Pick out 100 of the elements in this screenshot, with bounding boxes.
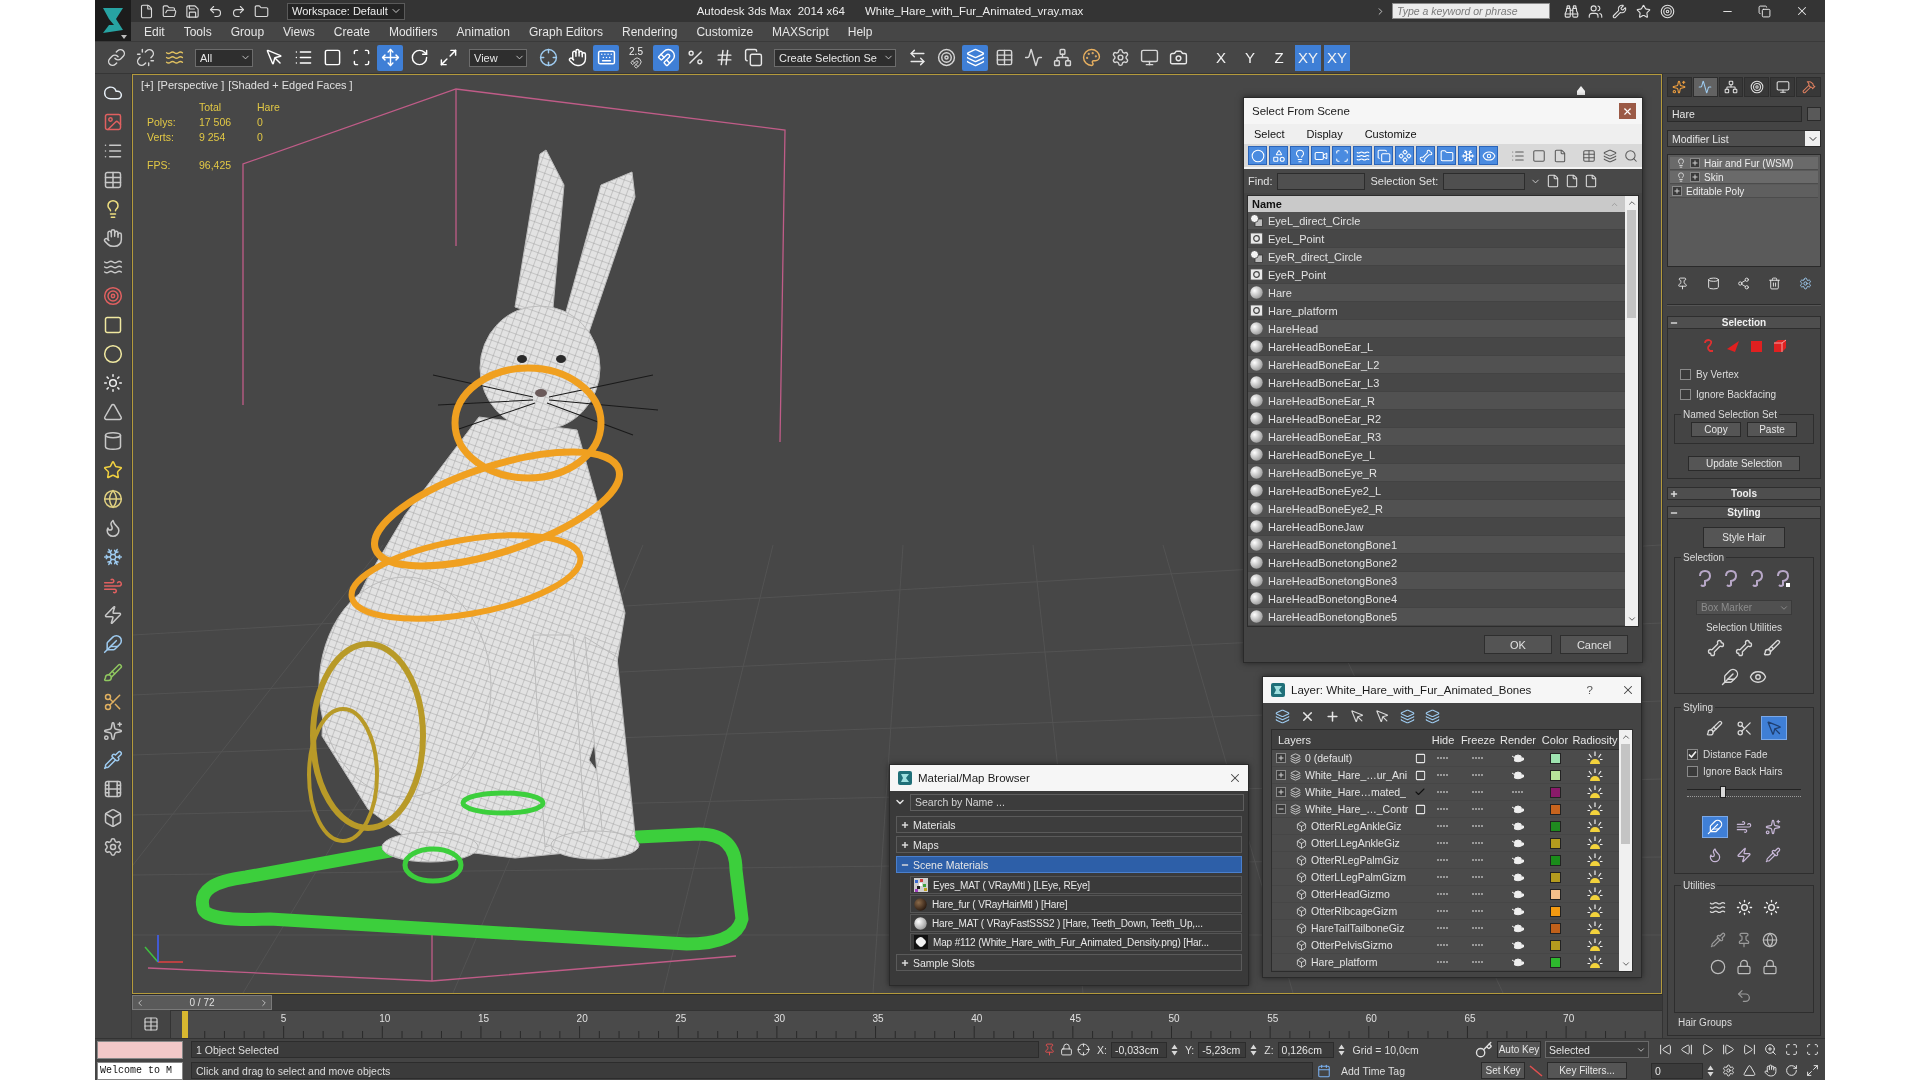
dash-icon[interactable] bbox=[1472, 841, 1484, 845]
dash-icon[interactable] bbox=[1437, 807, 1449, 811]
panel-button[interactable]: Paste bbox=[1747, 422, 1797, 437]
coordinate-field[interactable]: -5,23cm bbox=[1198, 1041, 1247, 1058]
category-header[interactable]: Scene Materials bbox=[896, 856, 1242, 873]
house-icon[interactable] bbox=[1577, 86, 1585, 95]
selection-set-field[interactable] bbox=[1443, 172, 1526, 190]
object-name[interactable]: OtterRLegAnkleGiz bbox=[1311, 820, 1402, 832]
checkbox[interactable] bbox=[1687, 748, 1698, 760]
panel-tab[interactable] bbox=[1667, 77, 1692, 97]
magnet-button[interactable] bbox=[653, 44, 679, 71]
slider-track[interactable] bbox=[1687, 789, 1801, 797]
current-frame-field[interactable]: 0 bbox=[1651, 1062, 1703, 1079]
sun-icon[interactable] bbox=[1762, 898, 1780, 916]
layer-name[interactable]: White_Hare_…ur_Ani bbox=[1305, 769, 1408, 781]
redo-icon[interactable] bbox=[231, 3, 246, 19]
component-filter-button[interactable] bbox=[1395, 146, 1414, 165]
step-back-icon[interactable] bbox=[1680, 1043, 1693, 1056]
globe-icon[interactable] bbox=[103, 489, 123, 509]
scene-object-row[interactable]: EyeL_direct_Circle bbox=[1248, 212, 1625, 230]
modifier-stack-item[interactable]: Editable Poly bbox=[1670, 185, 1818, 198]
settings-icon[interactable] bbox=[1722, 1064, 1735, 1077]
dash-icon[interactable] bbox=[1437, 926, 1449, 930]
app-logo-icon[interactable] bbox=[95, 0, 131, 41]
color-swatch[interactable] bbox=[1549, 803, 1561, 815]
brush-icon[interactable] bbox=[1763, 639, 1781, 657]
dash-icon[interactable] bbox=[1437, 858, 1449, 862]
find-field[interactable] bbox=[1277, 172, 1366, 190]
menu-item[interactable]: Edit bbox=[144, 24, 165, 39]
dash-icon[interactable] bbox=[1472, 960, 1484, 964]
dash-icon[interactable] bbox=[1437, 875, 1449, 879]
auto-key-button[interactable]: Auto Key bbox=[1497, 1041, 1541, 1058]
plus-icon[interactable] bbox=[901, 820, 909, 829]
material-item[interactable]: Hare_MAT ( VRayFastSSS2 ) [Hare, Teeth_Down, Teeth_Up,... bbox=[910, 914, 1242, 932]
rotate-icon[interactable] bbox=[1785, 1064, 1798, 1077]
search-field[interactable]: Search by Name ... bbox=[910, 793, 1244, 811]
scene-object-row[interactable]: EyeR_direct_Circle bbox=[1248, 248, 1625, 266]
color-swatch[interactable] bbox=[1549, 871, 1561, 883]
dash-icon[interactable] bbox=[1472, 807, 1484, 811]
file-icon[interactable] bbox=[1546, 174, 1561, 188]
users-icon[interactable] bbox=[1588, 3, 1603, 19]
axis-constraint-button[interactable]: XY bbox=[1295, 44, 1321, 71]
panel-tab[interactable] bbox=[1744, 77, 1770, 97]
dash-icon[interactable] bbox=[1472, 875, 1484, 879]
menu-item[interactable]: Select bbox=[1254, 128, 1285, 140]
control-ring[interactable] bbox=[307, 707, 379, 843]
dash-icon[interactable] bbox=[1437, 773, 1449, 777]
dash-icon[interactable] bbox=[1472, 773, 1484, 777]
viewport-menu-label[interactable]: [Shaded + Edged Faces ] bbox=[228, 79, 353, 91]
column-header[interactable]: Render bbox=[1498, 733, 1538, 746]
menu-item[interactable]: MAXScript bbox=[772, 24, 829, 39]
cursor-icon[interactable] bbox=[1375, 708, 1390, 724]
brush-icon[interactable] bbox=[103, 663, 123, 683]
dash-icon[interactable] bbox=[1437, 756, 1449, 760]
chevron-left-icon[interactable] bbox=[135, 997, 145, 1008]
dash-icon[interactable] bbox=[1512, 790, 1524, 794]
time-tag-button[interactable]: Add Time Tag bbox=[1341, 1064, 1405, 1077]
material-item[interactable]: Eyes_MAT ( VRayMtl ) [LEye, REye] bbox=[910, 876, 1242, 894]
category-header[interactable]: Materials bbox=[896, 816, 1242, 833]
teapot-icon[interactable] bbox=[1511, 753, 1525, 763]
sun-icon[interactable] bbox=[1587, 819, 1603, 833]
panel-tab[interactable] bbox=[1770, 77, 1796, 97]
panel-button[interactable]: Style Hair bbox=[1703, 527, 1785, 548]
close-icon[interactable] bbox=[1795, 4, 1809, 18]
object-name[interactable]: OtterPelvisGizmo bbox=[1311, 939, 1393, 951]
square-icon[interactable] bbox=[1414, 803, 1426, 815]
plus-icon[interactable] bbox=[901, 840, 909, 849]
cube-icon[interactable] bbox=[103, 808, 123, 828]
color-swatch[interactable] bbox=[1549, 769, 1561, 781]
viewport[interactable] bbox=[132, 74, 1662, 994]
dash-icon[interactable] bbox=[1437, 943, 1449, 947]
hook-icon[interactable] bbox=[1775, 570, 1791, 588]
bone-filter-button[interactable] bbox=[1416, 146, 1435, 165]
current-frame-marker[interactable] bbox=[182, 1011, 188, 1038]
toolbar-dropdown[interactable]: Create Selection Se bbox=[774, 48, 896, 67]
teapot-icon[interactable] bbox=[1511, 770, 1525, 780]
teapot-icon[interactable] bbox=[1511, 889, 1525, 899]
key-mode-dropdown[interactable]: Selected bbox=[1545, 1041, 1649, 1058]
settings-icon[interactable] bbox=[1799, 276, 1813, 290]
column-header[interactable]: Freeze bbox=[1458, 733, 1498, 746]
copy-filter-button[interactable] bbox=[1374, 146, 1393, 165]
globe-icon[interactable] bbox=[1762, 932, 1778, 948]
material-item[interactable]: Hare_fur ( VRayHairMtl ) [Hare] bbox=[910, 895, 1242, 913]
square-icon[interactable] bbox=[1414, 769, 1426, 781]
plus-icon[interactable] bbox=[1670, 489, 1678, 498]
snowflake-icon[interactable] bbox=[103, 547, 123, 567]
teapot-icon[interactable] bbox=[1511, 821, 1525, 831]
checkbox[interactable] bbox=[1687, 765, 1698, 777]
eye-filter-button[interactable] bbox=[1479, 146, 1498, 165]
sun-icon[interactable] bbox=[1587, 853, 1603, 867]
circle-filter-button[interactable] bbox=[1248, 146, 1267, 165]
scrollbar[interactable] bbox=[1619, 730, 1632, 971]
scene-object-row[interactable]: HareHeadBoneEar_R3 bbox=[1248, 428, 1625, 446]
scene-object-row[interactable]: HareHeadBoneEar_R bbox=[1248, 392, 1625, 410]
close-icon[interactable] bbox=[1621, 683, 1635, 697]
menu-item[interactable]: Create bbox=[333, 24, 370, 39]
sun-icon[interactable] bbox=[1735, 898, 1753, 916]
menu-item[interactable]: Rendering bbox=[622, 24, 678, 39]
object-name[interactable]: OtterLLegAnkleGiz bbox=[1311, 837, 1400, 849]
object-name[interactable]: OtterRLegPalmGiz bbox=[1311, 854, 1400, 866]
